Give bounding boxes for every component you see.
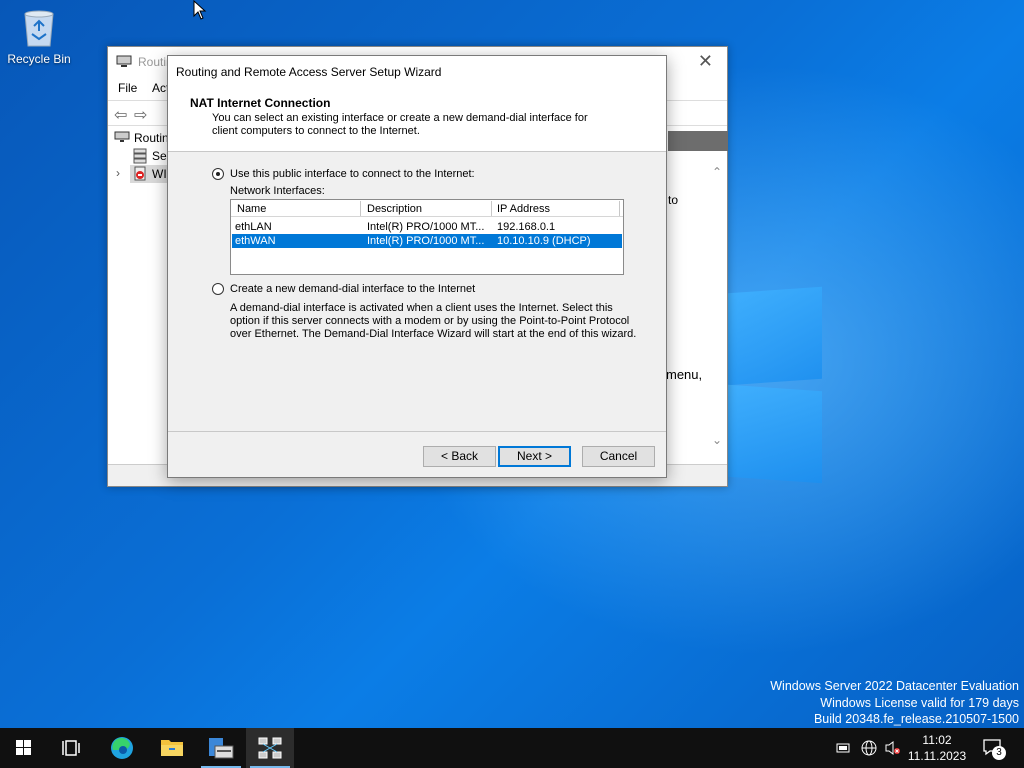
wallpaper-logo-pane xyxy=(728,384,822,484)
network-interfaces-list[interactable]: Name Description IP Address ethLAN Intel… xyxy=(230,199,624,275)
option-public-interface-label[interactable]: Use this public interface to connect to … xyxy=(230,168,475,180)
taskbar-server-manager[interactable] xyxy=(197,728,245,768)
windows-watermark: Windows Server 2022 Datacenter Evaluatio… xyxy=(770,678,1019,728)
server-down-icon xyxy=(132,166,148,185)
mmc-right-header xyxy=(668,131,728,151)
page-title: NAT Internet Connection xyxy=(190,96,331,110)
back-button[interactable]: < Back xyxy=(423,446,496,467)
server-manager-icon xyxy=(209,738,234,759)
back-arrow-icon[interactable]: ⇦ xyxy=(114,105,127,125)
edge-browser-icon xyxy=(111,737,133,759)
column-header-name[interactable]: Name xyxy=(237,203,266,215)
notification-center-button[interactable]: 3 xyxy=(982,737,1006,768)
column-header-ip[interactable]: IP Address xyxy=(497,203,550,215)
table-row[interactable]: ethLAN Intel(R) PRO/1000 MT... 192.168.0… xyxy=(232,220,622,234)
desktop: Recycle Bin Windows Server 2022 Datacent… xyxy=(0,0,1024,728)
network-interfaces-label: Network Interfaces: xyxy=(230,185,325,197)
forward-arrow-icon[interactable]: ⇨ xyxy=(134,105,147,125)
mmc-scrollbar[interactable]: ⌃ ⌄ xyxy=(708,153,728,463)
mmc-right-text-menu: menu, xyxy=(666,367,703,382)
task-view-button[interactable] xyxy=(48,728,96,768)
close-icon[interactable]: ✕ xyxy=(698,51,713,72)
option-demand-dial-radio[interactable] xyxy=(212,283,224,295)
column-separator[interactable] xyxy=(360,201,361,216)
taskbar: 11:02 11.11.2023 3 xyxy=(0,728,1024,768)
page-description: You can select an existing interface or … xyxy=(212,112,588,137)
watermark-build: Build 20348.fe_release.210507-1500 xyxy=(813,712,1019,726)
next-button[interactable]: Next > xyxy=(498,446,571,467)
row-name: ethWAN xyxy=(235,235,276,247)
clock-date: 11.11.2023 xyxy=(907,749,967,763)
menu-file[interactable]: File xyxy=(118,81,137,95)
routing-icon xyxy=(114,130,130,147)
option-demand-dial-description: A demand-dial interface is activated whe… xyxy=(230,302,637,340)
chevron-down-icon[interactable]: ⌄ xyxy=(712,433,722,447)
row-name: ethLAN xyxy=(235,221,272,233)
mmc-right-text-to: to xyxy=(668,193,679,207)
system-clock[interactable]: 11:02 11.11.2023 xyxy=(906,732,968,764)
option-public-interface-radio[interactable] xyxy=(212,168,224,180)
mmc-app-icon xyxy=(116,53,132,72)
row-ip: 192.168.0.1 xyxy=(497,221,556,233)
tree-node-label: WI xyxy=(152,167,167,181)
option-demand-dial-label[interactable]: Create a new demand-dial interface to th… xyxy=(230,283,475,295)
row-description: Intel(R) PRO/1000 MT... xyxy=(367,221,485,233)
recycle-bin-icon xyxy=(22,8,56,48)
wizard-titlebar[interactable]: Routing and Remote Access Server Setup W… xyxy=(168,56,666,86)
mouse-cursor-icon xyxy=(193,0,207,23)
windows-logo-icon xyxy=(16,740,31,755)
taskbar-file-explorer[interactable] xyxy=(148,728,196,768)
setup-wizard-dialog: Routing and Remote Access Server Setup W… xyxy=(167,55,667,478)
folder-icon xyxy=(161,740,183,756)
column-header-description[interactable]: Description xyxy=(367,203,422,215)
row-description: Intel(R) PRO/1000 MT... xyxy=(367,235,485,247)
table-row-selected[interactable]: ethWAN Intel(R) PRO/1000 MT... 10.10.10.… xyxy=(232,234,622,248)
chevron-right-icon[interactable]: › xyxy=(116,166,120,180)
routing-network-icon xyxy=(258,737,282,759)
tray-volume-muted-icon[interactable] xyxy=(884,740,902,768)
recycle-bin-shortcut[interactable]: Recycle Bin xyxy=(6,8,72,66)
task-view-icon xyxy=(62,740,80,756)
clock-time: 11:02 xyxy=(922,733,952,747)
row-ip: 10.10.10.9 (DHCP) xyxy=(497,235,591,247)
watermark-license: Windows License valid for 179 days xyxy=(820,695,1019,710)
chevron-up-icon[interactable]: ⌃ xyxy=(712,165,722,179)
wizard-divider xyxy=(168,431,666,432)
taskbar-routing[interactable] xyxy=(246,728,294,768)
wallpaper-logo-pane xyxy=(728,286,822,386)
notification-count-badge: 3 xyxy=(992,746,1006,760)
wizard-header: NAT Internet Connection You can select a… xyxy=(168,86,666,152)
recycle-bin-label: Recycle Bin xyxy=(7,52,71,66)
tray-network-adapter-icon[interactable] xyxy=(836,741,852,768)
start-button[interactable] xyxy=(0,728,48,768)
column-separator[interactable] xyxy=(619,201,620,216)
cancel-button[interactable]: Cancel xyxy=(582,446,655,467)
tray-globe-icon[interactable] xyxy=(860,739,878,768)
tree-root-label: Routin xyxy=(134,131,169,145)
taskbar-edge[interactable] xyxy=(98,728,146,768)
list-header: Name Description IP Address xyxy=(231,200,623,217)
column-separator[interactable] xyxy=(491,201,492,216)
watermark-edition: Windows Server 2022 Datacenter Evaluatio… xyxy=(770,679,1019,693)
wizard-title: Routing and Remote Access Server Setup W… xyxy=(176,65,442,79)
